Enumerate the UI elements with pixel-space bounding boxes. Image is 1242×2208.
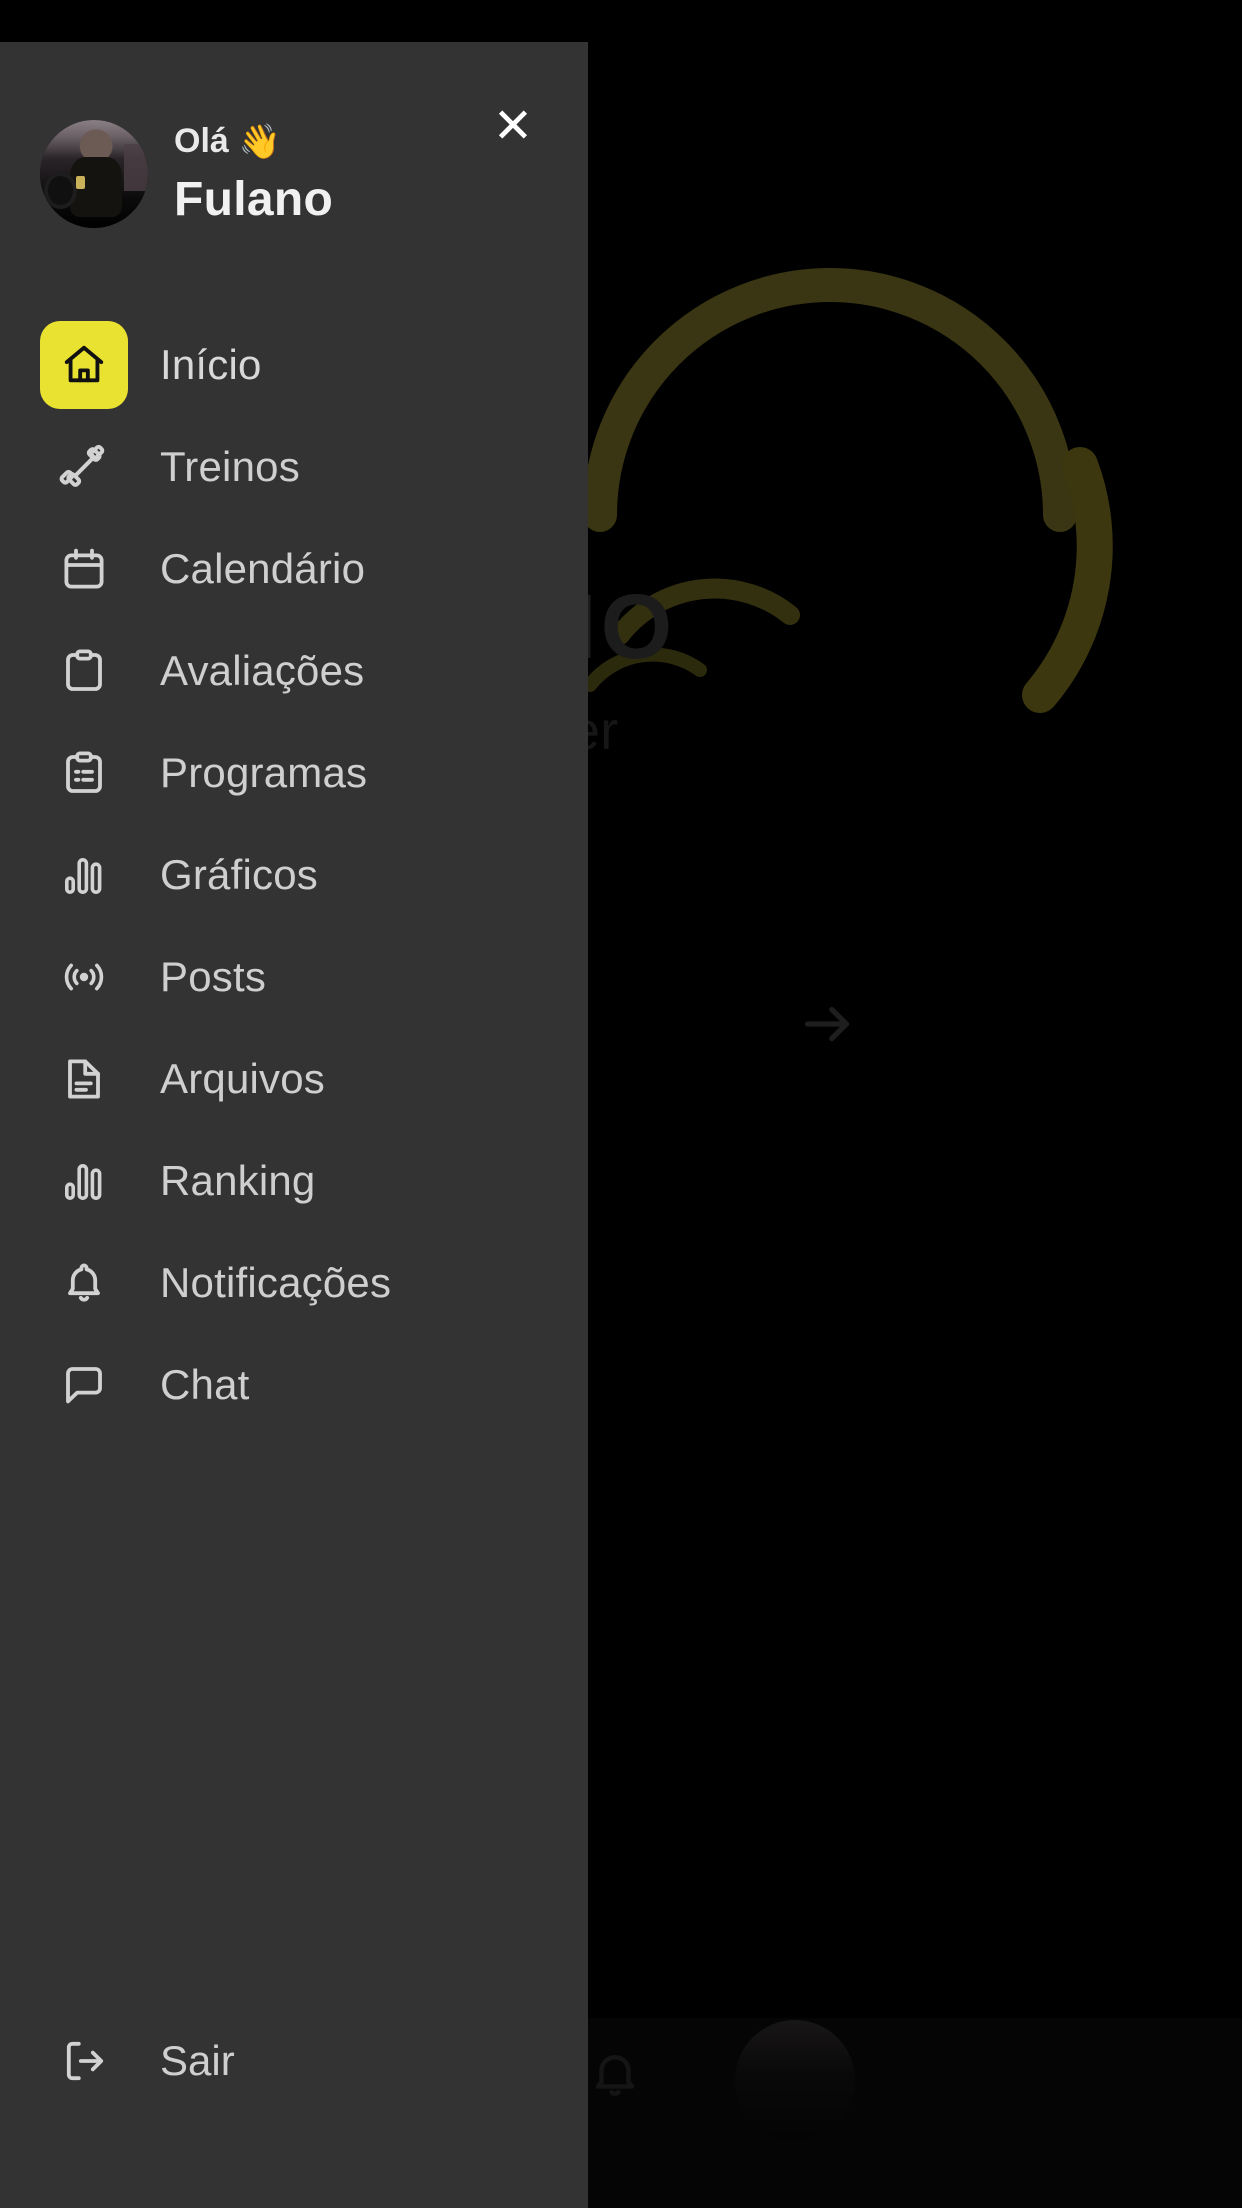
sidebar-item-label: Calendário — [160, 545, 366, 592]
sidebar-item-label: Início — [160, 341, 262, 388]
logout-icon — [40, 2017, 128, 2105]
sidebar-item-notificacoes[interactable]: Notificações — [0, 1232, 588, 1334]
sidebar-item-chat[interactable]: Chat — [0, 1334, 588, 1436]
sidebar-item-inicio[interactable]: Início — [0, 314, 588, 416]
sidebar-item-label: Gráficos — [160, 851, 318, 898]
wave-hand-icon: 👋 — [238, 122, 282, 161]
sidebar-item-label: Ranking — [160, 1157, 316, 1204]
sidebar-item-label: Arquivos — [160, 1055, 326, 1102]
close-icon[interactable]: ✕ — [482, 96, 544, 158]
navigation-drawer: ✕ Olá 👋 Fulano Início Treinos Calendário… — [0, 42, 588, 2208]
greeting-text: Olá — [174, 122, 229, 160]
clipboard-list-icon — [40, 729, 128, 817]
avatar[interactable] — [735, 2020, 855, 2140]
bell-icon — [40, 1239, 128, 1327]
drawer-menu: Início Treinos Calendário Avaliações Pro… — [0, 314, 588, 1436]
profile-header[interactable]: Olá 👋 Fulano — [40, 120, 333, 228]
greeting-row: Olá 👋 — [174, 122, 333, 162]
sidebar-item-label: Sair — [160, 2037, 235, 2084]
sidebar-item-avaliacoes[interactable]: Avaliações — [0, 620, 588, 722]
app-screen: LHO ner ✕ Olá — [0, 0, 1242, 2208]
sidebar-item-label: Chat — [160, 1361, 250, 1408]
user-name: Fulano — [174, 172, 334, 226]
sidebar-item-programas[interactable]: Programas — [0, 722, 588, 824]
bell-icon[interactable] — [588, 2044, 642, 2102]
calendar-icon — [40, 525, 128, 613]
sidebar-item-label: Notificações — [160, 1259, 392, 1306]
bar-chart-icon — [40, 831, 128, 919]
home-icon — [40, 321, 128, 409]
sidebar-item-arquivos[interactable]: Arquivos — [0, 1028, 588, 1130]
sidebar-item-posts[interactable]: Posts — [0, 926, 588, 1028]
sidebar-item-label: Avaliações — [160, 647, 365, 694]
arrow-right-icon[interactable] — [795, 995, 859, 1053]
brand-logo-arcs — [583, 268, 1113, 713]
sidebar-item-label: Programas — [160, 749, 368, 796]
sidebar-item-label: Treinos — [160, 443, 300, 490]
sidebar-item-calendario[interactable]: Calendário — [0, 518, 588, 620]
document-icon — [40, 1035, 128, 1123]
chat-bubble-icon — [40, 1341, 128, 1429]
sidebar-item-treinos[interactable]: Treinos — [0, 416, 588, 518]
avatar[interactable] — [40, 120, 148, 228]
dumbbell-icon — [40, 423, 128, 511]
broadcast-icon — [40, 933, 128, 1021]
brand-subtitle: ner — [540, 700, 1240, 762]
sidebar-item-label: Posts — [160, 953, 267, 1000]
bar-chart-icon — [40, 1137, 128, 1225]
sidebar-item-sair[interactable]: Sair — [0, 2010, 588, 2112]
clipboard-icon — [40, 627, 128, 715]
sidebar-item-graficos[interactable]: Gráficos — [0, 824, 588, 926]
sidebar-item-ranking[interactable]: Ranking — [0, 1130, 588, 1232]
